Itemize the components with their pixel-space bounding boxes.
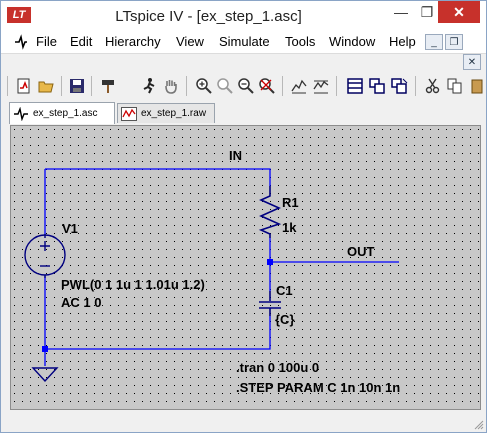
- ltspice-window: LT LTspice IV - [ex_step_1.asc] — ❐ ✕ Fi…: [0, 0, 487, 433]
- tab-schematic-label: ex_step_1.asc: [33, 108, 98, 119]
- menu-view[interactable]: View: [176, 34, 204, 49]
- r1-value-label[interactable]: 1k: [282, 220, 296, 235]
- toolbar-separator: [186, 76, 187, 96]
- junction-out: [267, 259, 273, 265]
- window-maximize-button[interactable]: ❐: [414, 1, 440, 23]
- c1-name-label[interactable]: C1: [276, 283, 293, 298]
- v1-name-label[interactable]: V1: [62, 221, 78, 236]
- control-panel-hammer-icon[interactable]: [98, 76, 118, 96]
- tran-directive[interactable]: .tran 0 100u 0: [236, 360, 319, 375]
- menu-file[interactable]: File: [36, 34, 57, 49]
- menu-simulate[interactable]: Simulate: [219, 34, 270, 49]
- tab-schematic[interactable]: ex_step_1.asc: [9, 102, 115, 124]
- window-cascade-icon[interactable]: [367, 76, 387, 96]
- title-bar[interactable]: LT LTspice IV - [ex_step_1.asc] — ❐ ✕: [1, 1, 486, 31]
- zoom-out-icon[interactable]: [236, 76, 256, 96]
- zoom-fit-icon[interactable]: [257, 76, 277, 96]
- resize-grip-icon[interactable]: [474, 420, 484, 430]
- tab-waveform-label: ex_step_1.raw: [141, 108, 207, 119]
- run-simulation-icon[interactable]: [139, 76, 159, 96]
- toolbar-separator: [61, 76, 62, 96]
- schematic-canvas[interactable]: IN R1 1k OUT C1 {C} V1 PWL(0 1 1u 1 1.01…: [10, 125, 481, 410]
- menu-window[interactable]: Window: [329, 34, 375, 49]
- zoom-in-icon[interactable]: [194, 76, 214, 96]
- toolbar: ✕: [1, 53, 486, 102]
- v1-value-label[interactable]: PWL(0 1 1u 1 1.01u 1.2): [61, 277, 205, 292]
- net-label-in[interactable]: IN: [229, 148, 242, 163]
- window-close-button[interactable]: ✕: [438, 1, 480, 23]
- tile-horizontal-icon[interactable]: [289, 76, 309, 96]
- toolbar-separator: [415, 76, 416, 96]
- mdi-minimize-button[interactable]: _: [425, 34, 443, 50]
- window-title: LTspice IV - [ex_step_1.asc]: [115, 8, 302, 25]
- toolbar-separator: [336, 76, 337, 96]
- schematic-document-icon[interactable]: [13, 34, 29, 50]
- waveform-icon: [121, 106, 137, 121]
- new-schematic-icon[interactable]: [14, 76, 34, 96]
- v1-ac-label[interactable]: AC 1 0: [61, 295, 101, 310]
- window-tile-icon[interactable]: [345, 76, 365, 96]
- window-minimize-button[interactable]: —: [388, 1, 414, 23]
- cut-scissors-icon[interactable]: [423, 76, 443, 96]
- tile-vertical-icon[interactable]: [311, 76, 331, 96]
- junction-ground: [42, 346, 48, 352]
- toolbar-separator: [91, 76, 92, 96]
- toolbar-separator: [282, 76, 283, 96]
- menu-edit[interactable]: Edit: [70, 34, 92, 49]
- status-bar: [1, 410, 486, 432]
- menu-hierarchy[interactable]: Hierarchy: [105, 34, 161, 49]
- r1-name-label[interactable]: R1: [282, 195, 299, 210]
- tab-waveform[interactable]: ex_step_1.raw: [117, 103, 215, 123]
- toolbar-grip: [7, 76, 8, 96]
- copy-icon[interactable]: [445, 76, 465, 96]
- net-label-out[interactable]: OUT: [347, 244, 374, 259]
- menu-help[interactable]: Help: [389, 34, 416, 49]
- zoom-pan-icon[interactable]: [215, 76, 235, 96]
- menu-tools[interactable]: Tools: [285, 34, 315, 49]
- paste-icon[interactable]: [467, 76, 487, 96]
- save-icon[interactable]: [67, 76, 87, 96]
- mdi-restore-button[interactable]: ❐: [445, 34, 463, 50]
- step-directive[interactable]: .STEP PARAM C 1n 10n 1n: [236, 380, 400, 395]
- pan-hand-icon[interactable]: [161, 76, 181, 96]
- window-close-all-icon[interactable]: [389, 76, 409, 96]
- open-folder-icon[interactable]: [36, 76, 56, 96]
- c1-value-label[interactable]: {C}: [275, 312, 295, 327]
- mdi-close-button[interactable]: ✕: [463, 54, 481, 70]
- schematic-icon: [14, 106, 28, 121]
- menu-bar: File Edit Hierarchy View Simulate Tools …: [1, 31, 486, 53]
